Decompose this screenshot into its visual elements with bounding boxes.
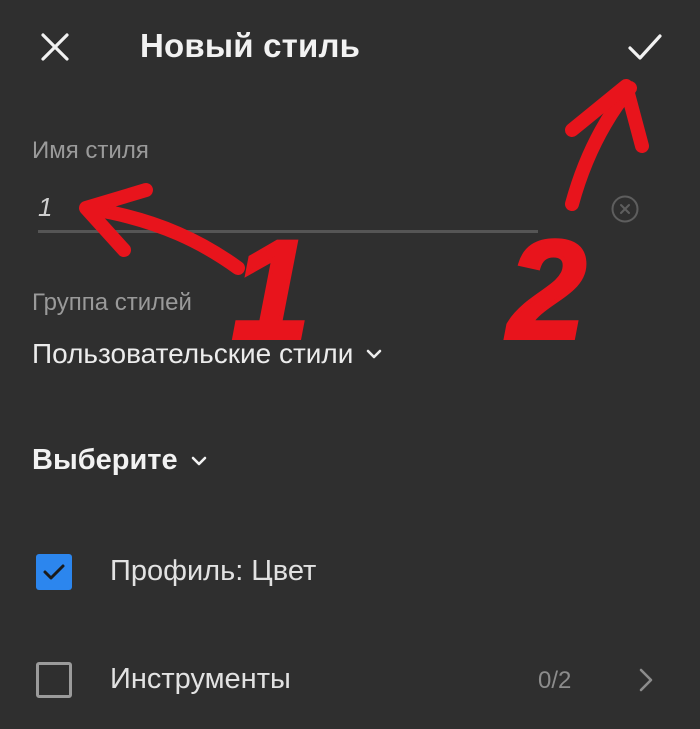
style-name-input[interactable] — [38, 186, 538, 228]
page-title: Новый стиль — [140, 27, 361, 64]
chevron-down-icon — [367, 349, 382, 359]
style-group-value: Пользовательские стили — [32, 338, 354, 369]
confirm-button[interactable] — [618, 20, 672, 74]
close-icon — [41, 33, 69, 61]
profile-color-checkbox[interactable] — [36, 554, 72, 590]
style-group-dropdown[interactable]: Пользовательские стили — [32, 338, 383, 370]
tools-count: 0/2 — [538, 667, 572, 694]
option-row-tools[interactable]: Инструменты 0/2 — [0, 650, 700, 710]
tools-expand-button[interactable] — [630, 662, 662, 698]
chevron-right-icon — [639, 668, 653, 692]
checkmark-icon — [43, 564, 65, 580]
input-underline — [38, 230, 538, 233]
select-dropdown[interactable]: Выберите — [32, 444, 208, 477]
annotation-arrow-2-head — [565, 79, 649, 153]
style-group-label: Группа стилей — [32, 289, 192, 316]
tools-label: Инструменты — [110, 663, 291, 695]
close-button[interactable] — [28, 20, 82, 74]
profile-color-label: Профиль: Цвет — [110, 555, 317, 587]
clear-input-button[interactable] — [608, 192, 642, 226]
style-name-label: Имя стиля — [32, 137, 149, 164]
clear-circle-icon — [611, 195, 639, 223]
annotation-arrow-2-shaft — [565, 81, 637, 211]
tools-checkbox[interactable] — [36, 662, 72, 698]
chevron-down-icon — [191, 456, 206, 465]
annotation-marker-2: 2 — [505, 211, 586, 368]
new-style-screen: Новый стиль Имя стиля Группа стилей Поль… — [0, 0, 700, 729]
option-row-profile-color[interactable]: Профиль: Цвет — [0, 542, 700, 602]
select-dropdown-label: Выберите — [32, 444, 178, 476]
checkmark-icon — [628, 34, 662, 60]
